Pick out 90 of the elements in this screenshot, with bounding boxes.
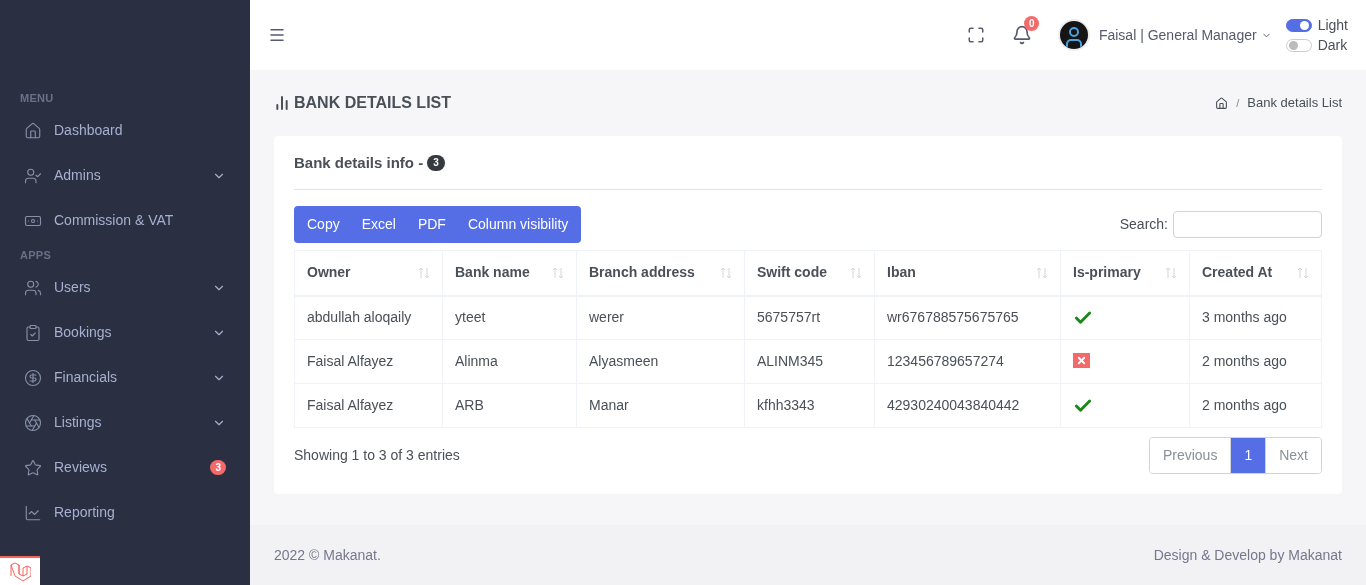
breadcrumb-separator: / <box>1236 95 1240 111</box>
table-cell: kfhh3343 <box>744 383 875 428</box>
user-avatar[interactable] <box>1057 19 1090 51</box>
search-field[interactable] <box>1173 211 1322 238</box>
search-label: Search: <box>1119 215 1168 234</box>
chart-icon <box>24 503 42 522</box>
column-header[interactable]: Owner <box>294 250 443 296</box>
theme-label: Light <box>1317 16 1348 34</box>
sidebar-item[interactable]: Commission & VAT <box>0 198 250 243</box>
card-title: Bank details info - <box>294 152 424 173</box>
sidebar-item-label: Dashboard <box>54 121 124 140</box>
sidebar-item[interactable]: Users <box>0 265 250 310</box>
count-badge: 3 <box>210 460 226 475</box>
dollar-icon <box>24 368 42 387</box>
export-button[interactable]: PDF <box>406 206 457 243</box>
table-cell: 42930240043840442 <box>874 383 1061 428</box>
aperture-icon <box>24 413 42 432</box>
table-cell: yteet <box>442 295 577 340</box>
home-icon[interactable] <box>1215 96 1229 110</box>
pagination-button[interactable]: 1 <box>1230 438 1266 473</box>
sort-icon <box>720 266 732 279</box>
home-icon <box>24 121 42 140</box>
table-cell: Faisal Alfayez <box>294 383 443 428</box>
sort-icon <box>850 266 862 279</box>
credits-text: Design & Develop by Makanat <box>1153 545 1342 565</box>
sidebar-item-label: Commission & VAT <box>54 211 175 230</box>
column-header[interactable]: Created At <box>1189 250 1322 296</box>
column-header[interactable]: Branch address <box>576 250 745 296</box>
breadcrumb-item: Bank details List <box>1247 94 1342 113</box>
export-button[interactable]: Excel <box>350 206 407 243</box>
table-cell: Manar <box>576 383 745 428</box>
menu-icon[interactable] <box>268 26 286 44</box>
table-cell: Alyasmeen <box>576 339 745 384</box>
cube-logo-icon <box>9 560 31 583</box>
sidebar-item[interactable]: Reporting <box>0 490 250 535</box>
sidebar-item-label: Users <box>54 278 92 297</box>
entries-info: Showing 1 to 3 of 3 entries <box>294 446 461 465</box>
table-cell: wr676788575675765 <box>874 295 1061 340</box>
table-cell: ARB <box>442 383 577 428</box>
fullscreen-icon[interactable] <box>966 26 985 44</box>
debug-bar-tab[interactable] <box>0 556 40 585</box>
table-cell: Alinma <box>442 339 577 384</box>
clipboard-icon <box>24 323 42 342</box>
user-check-icon <box>24 166 42 185</box>
sort-icon <box>1297 266 1309 279</box>
sidebar-item[interactable]: Dashboard <box>0 108 250 153</box>
sidebar-item[interactable]: Bookings <box>0 310 250 355</box>
sidebar-section-title: APPS <box>19 248 53 263</box>
table-cell: 2 months ago <box>1189 339 1322 384</box>
sidebar-item-label: Bookings <box>54 323 113 342</box>
sidebar-item[interactable]: Admins <box>0 153 250 198</box>
column-header[interactable]: Iban <box>874 250 1061 296</box>
sort-icon <box>418 266 430 279</box>
sidebar-section-title: MENU <box>19 91 55 106</box>
sidebar-item-label: Reporting <box>54 503 116 522</box>
user-menu-button[interactable]: Faisal | General Manager <box>1098 24 1272 46</box>
column-header[interactable]: Is-primary <box>1060 250 1190 296</box>
table-cell: 2 months ago <box>1189 383 1322 428</box>
column-header[interactable]: Swift code <box>744 250 875 296</box>
sidebar-item[interactable]: Reviews 3 <box>0 445 250 490</box>
theme-switch[interactable] <box>1285 18 1312 32</box>
table-cell: abdullah aloqaily <box>294 295 443 340</box>
table-cell: 123456789657274 <box>874 339 1061 384</box>
theme-switch[interactable] <box>1285 38 1312 52</box>
sort-icon <box>552 266 564 279</box>
table-cell: 3 months ago <box>1189 295 1322 340</box>
sidebar-item[interactable]: Listings <box>0 400 250 445</box>
count-badge: 3 <box>427 155 445 171</box>
table-cell: ALINM345 <box>744 339 875 384</box>
star-icon <box>24 458 42 477</box>
export-button[interactable]: Column visibility <box>456 206 580 243</box>
sort-icon <box>1036 266 1048 279</box>
copyright-text: 2022 © Makanat. <box>274 545 381 565</box>
table-cell: Faisal Alfayez <box>294 339 443 384</box>
notification-bell-icon[interactable] <box>1011 25 1032 45</box>
table-cell: 5675757rt <box>744 295 875 340</box>
sort-icon <box>1165 266 1177 279</box>
column-header[interactable]: Bank name <box>442 250 577 296</box>
page-title: BANK DETAILS LIST <box>294 93 452 113</box>
sidebar-item-label: Reviews <box>54 458 108 477</box>
sidebar-item[interactable]: Financials <box>0 355 250 400</box>
users-icon <box>24 278 42 297</box>
export-button[interactable]: Copy <box>296 206 351 243</box>
sidebar-item-label: Admins <box>54 166 102 185</box>
notification-count-badge: 0 <box>1023 16 1040 31</box>
theme-label: Dark <box>1317 36 1348 54</box>
bar-chart-icon <box>274 95 290 111</box>
sidebar-item-label: Listings <box>54 413 103 432</box>
table-cell: werer <box>576 295 745 340</box>
sidebar-item-label: Financials <box>54 368 119 387</box>
